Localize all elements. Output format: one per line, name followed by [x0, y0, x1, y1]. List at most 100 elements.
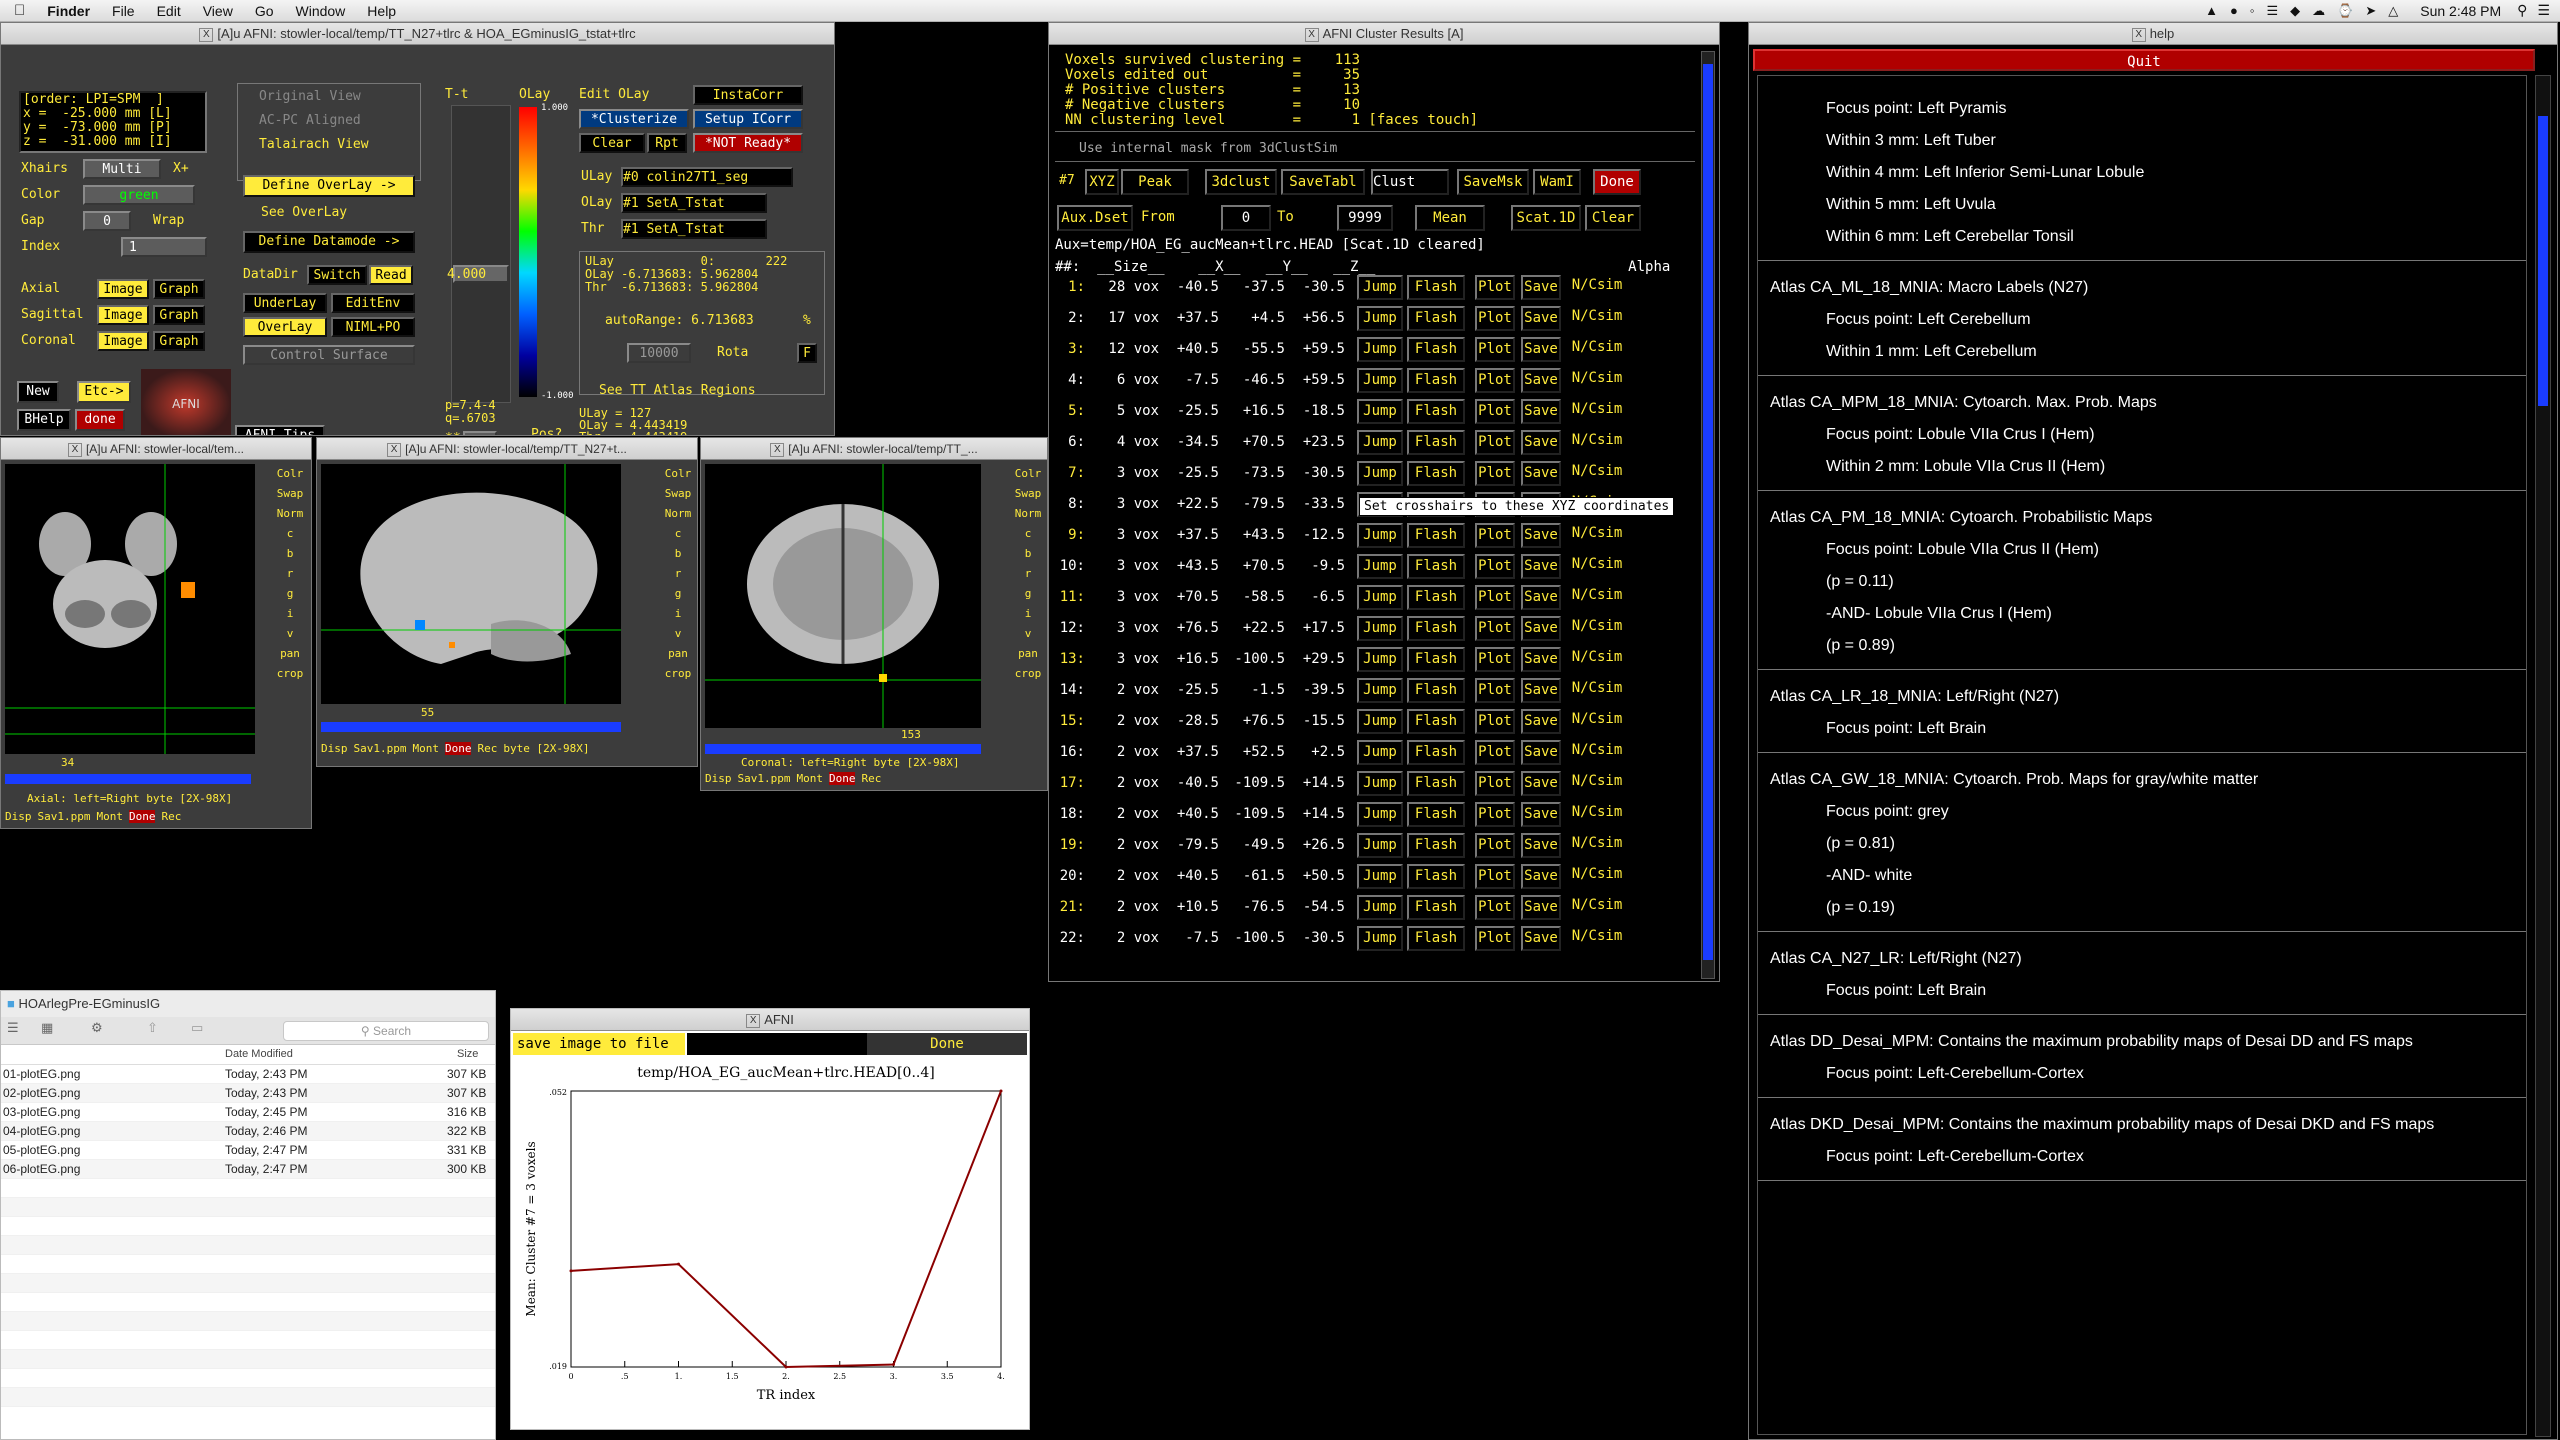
- n-csim-button[interactable]: N/Csim: [1567, 461, 1627, 486]
- see-tt-regions-toggle[interactable]: See TT Atlas Regions: [599, 383, 756, 398]
- menu-view[interactable]: View: [203, 3, 233, 19]
- flash-button[interactable]: Flash: [1407, 523, 1465, 548]
- jump-button[interactable]: Jump: [1357, 337, 1403, 362]
- plot-button[interactable]: Plot: [1475, 523, 1515, 548]
- plot-button[interactable]: Plot: [1475, 306, 1515, 331]
- plot-button[interactable]: Plot: [1475, 368, 1515, 393]
- clear-button[interactable]: Clear: [579, 133, 645, 153]
- mean-select[interactable]: Mean: [1415, 205, 1485, 231]
- plot-button[interactable]: Plot: [1475, 771, 1515, 796]
- plot-button[interactable]: Plot: [1475, 647, 1515, 672]
- n-csim-button[interactable]: N/Csim: [1567, 585, 1627, 610]
- disp-button[interactable]: Disp: [5, 810, 32, 823]
- view-grid-icon[interactable]: ▦: [41, 1021, 53, 1036]
- norm-button[interactable]: Norm: [273, 504, 307, 524]
- underlay-button[interactable]: UnderLay: [243, 293, 327, 313]
- done-button[interactable]: Done: [128, 810, 156, 823]
- n-csim-button[interactable]: N/Csim: [1567, 368, 1627, 393]
- cluster-titlebar[interactable]: X AFNI Cluster Results [A]: [1049, 23, 1719, 45]
- plot-button[interactable]: Plot: [1475, 461, 1515, 486]
- wrap-toggle[interactable]: Wrap: [153, 213, 184, 228]
- flash-button[interactable]: Flash: [1407, 430, 1465, 455]
- use-mask-toggle[interactable]: Use internal mask from 3dClustSim: [1079, 141, 1337, 156]
- pow-select[interactable]: 1: [463, 431, 497, 435]
- peak-select[interactable]: Peak: [1121, 169, 1189, 195]
- flash-button[interactable]: Flash: [1407, 306, 1465, 331]
- n-csim-button[interactable]: N/Csim: [1567, 523, 1627, 548]
- bhelp-button[interactable]: BHelp: [17, 409, 71, 431]
- pos-toggle[interactable]: Pos?: [531, 427, 562, 435]
- file-row[interactable]: 06-plotEG.png Today, 2:47 PM 300 KB: [1, 1160, 495, 1179]
- plot-button[interactable]: Plot: [1475, 554, 1515, 579]
- i-button[interactable]: i: [273, 604, 307, 624]
- done-button[interactable]: done: [75, 409, 125, 431]
- sagittal-image-button[interactable]: Image: [97, 305, 149, 325]
- axial-viewer-titlebar[interactable]: X [A]u AFNI: stowler-local/tem...: [1, 438, 311, 460]
- read-button[interactable]: Read: [369, 265, 413, 285]
- rpt-button[interactable]: Rpt: [647, 133, 687, 153]
- menu-file[interactable]: File: [112, 3, 135, 19]
- switch-button[interactable]: Switch: [307, 265, 367, 285]
- plot-button[interactable]: Plot: [1475, 399, 1515, 424]
- jump-button[interactable]: Jump: [1357, 864, 1403, 889]
- coronal-image-button[interactable]: Image: [97, 331, 149, 351]
- overlay-button[interactable]: OverLay: [243, 317, 327, 337]
- save-button[interactable]: Save: [1521, 585, 1561, 610]
- n-csim-button[interactable]: N/Csim: [1567, 864, 1627, 889]
- flash-button[interactable]: Flash: [1407, 368, 1465, 393]
- flash-button[interactable]: Flash: [1407, 833, 1465, 858]
- i-button[interactable]: i: [661, 604, 695, 624]
- done-button[interactable]: Done: [444, 742, 472, 755]
- cluster-scroll-thumb[interactable]: [1703, 64, 1713, 960]
- i-button[interactable]: i: [1011, 604, 1045, 624]
- flash-button[interactable]: Flash: [1407, 461, 1465, 486]
- save-button[interactable]: Save: [1521, 523, 1561, 548]
- help-titlebar[interactable]: Xhelp: [1749, 23, 2557, 45]
- control-surface-button[interactable]: Control Surface: [243, 345, 415, 365]
- rec-button[interactable]: Rec: [861, 772, 881, 785]
- mont-button[interactable]: Mont: [412, 742, 439, 755]
- see-overlay-toggle[interactable]: See OverLay: [261, 205, 347, 220]
- save-ppm-button[interactable]: Sav1.ppm: [738, 772, 791, 785]
- plot-button[interactable]: Plot: [1475, 616, 1515, 641]
- v-button[interactable]: v: [661, 624, 695, 644]
- menu-help[interactable]: Help: [367, 3, 396, 19]
- percent-toggle[interactable]: %: [803, 313, 811, 328]
- axial-graph-button[interactable]: Graph: [153, 279, 205, 299]
- crop-button[interactable]: crop: [1011, 664, 1045, 684]
- pan-button[interactable]: pan: [273, 644, 307, 664]
- 3dclust-button[interactable]: 3dclust: [1205, 169, 1277, 195]
- n-csim-button[interactable]: N/Csim: [1567, 275, 1627, 300]
- c-button[interactable]: c: [661, 524, 695, 544]
- color-select[interactable]: green: [83, 185, 195, 205]
- file-row[interactable]: 01-plotEG.png Today, 2:43 PM 307 KB: [1, 1065, 495, 1084]
- flash-button[interactable]: Flash: [1407, 771, 1465, 796]
- axial-side-buttons[interactable]: Colr Swap Norm c b r g i v pan crop: [273, 464, 307, 684]
- n-csim-button[interactable]: N/Csim: [1567, 678, 1627, 703]
- g-button[interactable]: g: [1011, 584, 1045, 604]
- menu-go[interactable]: Go: [255, 3, 274, 19]
- define-overlay-button[interactable]: Define OverLay ->: [243, 175, 415, 197]
- niml-button[interactable]: NIML+PO: [331, 317, 415, 337]
- norm-button[interactable]: Norm: [661, 504, 695, 524]
- coronal-slice-slider[interactable]: [705, 744, 981, 754]
- save-ppm-button[interactable]: Sav1.ppm: [354, 742, 407, 755]
- jump-button[interactable]: Jump: [1357, 368, 1403, 393]
- coronal-graph-button[interactable]: Graph: [153, 331, 205, 351]
- jump-button[interactable]: Jump: [1357, 275, 1403, 300]
- jump-button[interactable]: Jump: [1357, 585, 1403, 610]
- flash-button[interactable]: Flash: [1407, 616, 1465, 641]
- jump-button[interactable]: Jump: [1357, 306, 1403, 331]
- menu-window[interactable]: Window: [296, 3, 346, 19]
- file-row[interactable]: [1, 1217, 495, 1236]
- file-row[interactable]: [1, 1236, 495, 1255]
- plot-button[interactable]: Plot: [1475, 740, 1515, 765]
- threshold-slider[interactable]: [451, 105, 511, 403]
- date-column-header[interactable]: Date Modified: [225, 1048, 293, 1060]
- plot-button[interactable]: Plot: [1475, 802, 1515, 827]
- g-button[interactable]: g: [661, 584, 695, 604]
- plot-button[interactable]: Plot: [1475, 275, 1515, 300]
- flash-button[interactable]: Flash: [1407, 926, 1465, 951]
- b-button[interactable]: b: [273, 544, 307, 564]
- sagittal-slice-slider[interactable]: [321, 722, 621, 732]
